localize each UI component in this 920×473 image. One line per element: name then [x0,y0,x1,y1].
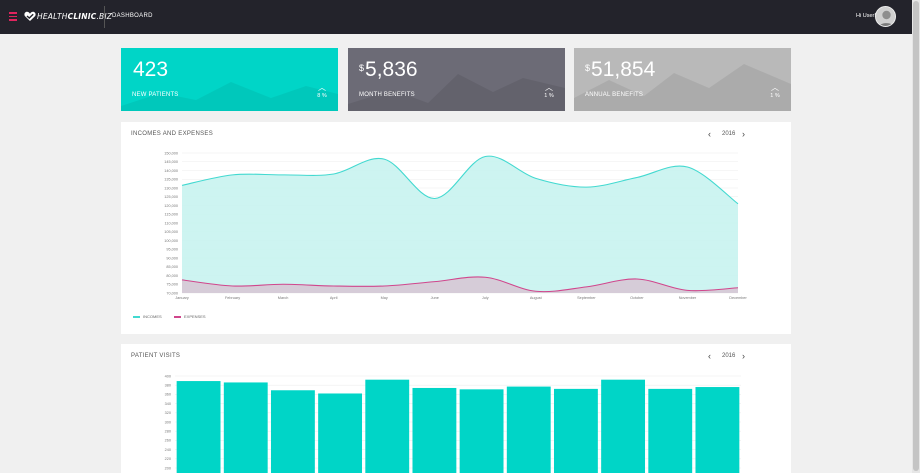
year-selector: ‹ 2016 › [708,129,748,140]
stat-percent: 8 % [317,93,327,99]
y-tick-label: 300 [165,420,171,424]
incomes-expenses-panel: INCOMES AND EXPENSES ‹ 2016 › 70,000 75,0… [121,122,791,334]
x-tick-label: December [729,296,747,300]
top-navbar: HEALTHCLINIC.BIZ DASHBOARD Hi User! [0,0,912,34]
stat-card-annual-benefits: $51,854 ANNUAL BENEFITS ︿ 1 % [574,48,791,111]
stat-label: NEW PATIENTS [132,92,179,98]
bar [365,379,410,473]
page-scrollbar[interactable] [912,0,920,473]
stat-card-new-patients: 423 NEW PATIENTS ︿ 8 % [121,48,338,111]
y-tick-label: 115,000 [165,213,178,217]
brand-bold: CLINIC [67,12,97,21]
y-tick-label: 200 [165,466,171,470]
series-area-incomes [182,156,738,293]
brand-prefix: HEALTH [37,12,68,21]
y-tick-label: 85,000 [166,265,178,269]
chevron-up-icon: ︿ [318,83,326,92]
legend-label: EXPENSES [184,314,206,319]
brand-logo[interactable]: HEALTHCLINIC.BIZ [37,12,112,21]
bar [459,389,504,473]
x-tick-label: April [330,296,338,300]
legend-item-expenses[interactable]: EXPENSES [174,314,206,319]
chevron-left-icon[interactable]: ‹ [708,129,711,139]
breadcrumb[interactable]: DASHBOARD [112,13,153,19]
stat-trend: ︿ 8 % [317,83,327,100]
y-tick-label: 400 [165,374,171,378]
bar [506,386,551,473]
stat-value: $51,854 [585,58,656,81]
y-tick-label: 380 [165,384,171,388]
y-tick-label: 95,000 [166,248,178,252]
y-tick-label: 105,000 [164,230,178,234]
stat-label: MONTH BENEFITS [359,92,415,98]
panel-title: INCOMES AND EXPENSES [131,131,214,137]
y-tick-label: 80,000 [166,274,178,278]
hamburger-icon[interactable] [9,12,17,21]
year-label: 2016 [722,131,736,137]
avatar[interactable] [875,6,896,27]
bar [318,393,363,473]
y-tick-label: 145,000 [164,160,178,164]
bar [553,388,598,473]
x-tick-label: October [630,296,644,300]
x-tick-label: February [225,296,240,300]
stat-value: $5,836 [359,58,418,81]
legend-swatch [133,316,140,318]
bar [412,387,457,473]
stat-value: 423 [133,58,169,81]
legend-label: INCOMES [143,314,162,319]
x-tick-label: June [431,296,439,300]
y-tick-label: 100,000 [164,239,178,243]
y-tick-label: 220 [165,457,171,461]
chevron-up-icon: ︿ [771,83,779,92]
y-tick-label: 340 [165,402,171,406]
x-tick-label: August [530,296,543,300]
bar [648,388,693,473]
stat-percent: 1 % [770,93,780,99]
patient-visits-chart: 200 220 240 260 280 300 320 340 360 380 400 [165,374,741,473]
x-tick-label: January [175,296,189,300]
y-tick-label: 90,000 [166,256,178,260]
x-tick-label: September [577,296,596,300]
y-tick-label: 150,000 [164,151,178,155]
user-greeting: Hi User! [856,13,876,19]
x-tick-label: November [679,296,697,300]
bar [223,382,268,473]
stat-label: ANNUAL BENEFITS [585,92,644,98]
y-tick-label: 240 [165,448,171,452]
chevron-right-icon[interactable]: › [742,129,745,139]
scrollbar-thumb[interactable] [913,1,919,471]
y-tick-label: 130,000 [164,186,178,190]
x-tick-label: May [381,296,388,300]
y-tick-label: 135,000 [164,178,178,182]
bar [601,379,646,473]
incomes-expenses-chart: 70,000 75,000 80,000 85,000 90,000 95,000 100,… [164,151,747,300]
bar [176,381,221,473]
legend-item-incomes[interactable]: INCOMES [133,314,162,319]
y-tick-label: 75,000 [166,283,178,287]
stat-card-month-benefits: $5,836 MONTH BENEFITS ︿ 1 % [348,48,565,111]
y-tick-label: 320 [165,411,171,415]
y-tick-label: 125,000 [164,195,178,199]
y-tick-label: 280 [165,430,171,434]
y-tick-label: 260 [165,439,171,443]
legend-swatch [174,316,181,318]
y-tick-label: 70,000 [166,291,178,295]
y-tick-label: 110,000 [165,221,178,225]
user-avatar-icon [876,7,895,26]
x-tick-label: March [278,296,289,300]
stat-trend: ︿ 1 % [770,83,780,100]
stat-percent: 1 % [544,93,554,99]
bar [270,390,315,473]
stat-trend: ︿ 1 % [544,83,554,100]
x-tick-label: July [482,296,489,300]
chevron-up-icon: ︿ [545,83,553,92]
patient-visits-panel: PATIENT VISITS ‹ 2016 › 200 220 240 260 280 3… [121,344,791,473]
bar [695,387,740,473]
y-tick-label: 140,000 [164,169,178,173]
y-tick-label: 360 [165,393,171,397]
heart-check-icon [24,11,36,21]
header-divider [104,6,105,28]
y-tick-label: 120,000 [164,204,178,208]
